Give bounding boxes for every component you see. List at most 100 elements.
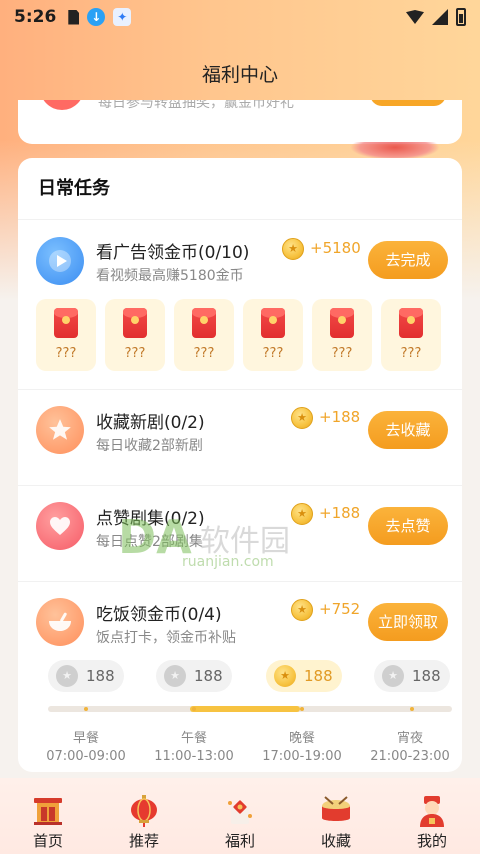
heart-icon xyxy=(36,502,84,550)
timeline-dot xyxy=(410,707,414,711)
red-envelope-icon xyxy=(192,308,216,338)
meal-coin-lunch[interactable]: 188 xyxy=(156,660,232,692)
meal-label-late-night: 宵夜 21:00-23:00 xyxy=(362,730,458,766)
task-subtitle: 每日收藏2部新剧 xyxy=(96,438,203,454)
task-meal: 吃饭领金币(0/4) 饭点打卡，领金币补贴 +752 立即领取 188 188 … xyxy=(18,582,462,772)
meal-time: 17:00-19:00 xyxy=(262,749,342,764)
fortune-god-icon xyxy=(420,796,444,827)
meal-name: 晚餐 xyxy=(288,731,315,746)
task-watch-ad: 看广告领金币(0/10) 看视频最高赚5180金币 +5180 去完成 ??? … xyxy=(18,220,462,390)
task-reward: +188 xyxy=(319,504,361,522)
meal-time: 21:00-23:00 xyxy=(370,749,450,764)
daily-tasks-card: 日常任务 看广告领金币(0/10) 看视频最高赚5180金币 +5180 去完成… xyxy=(18,158,462,772)
meal-coin-breakfast[interactable]: 188 xyxy=(48,660,124,692)
fu-gift-icon xyxy=(228,800,252,824)
timeline-dot xyxy=(192,707,196,711)
red-packet[interactable]: ??? xyxy=(105,299,165,371)
red-packet-label: ??? xyxy=(262,346,284,361)
meal-coin-amount: 188 xyxy=(194,667,223,685)
signal-icon xyxy=(432,9,448,25)
download-icon: ↓ xyxy=(87,8,106,26)
red-packet[interactable]: ??? xyxy=(36,299,96,371)
lantern-icon xyxy=(131,795,157,827)
red-packet-list: ??? ??? ??? ??? ??? ??? xyxy=(36,299,441,371)
sim-card-icon xyxy=(68,9,80,25)
nav-label: 福利 xyxy=(224,832,255,850)
red-packet-label: ??? xyxy=(55,346,77,361)
meal-time: 11:00-13:00 xyxy=(154,749,234,764)
task-title: 收藏新剧(0/2) xyxy=(96,413,205,433)
red-packet[interactable]: ??? xyxy=(243,299,303,371)
star-icon xyxy=(36,406,84,454)
drum-icon xyxy=(322,796,350,821)
go-like-button[interactable]: 去点赞 xyxy=(368,507,448,545)
wifi-icon xyxy=(406,10,424,24)
play-video-icon xyxy=(36,237,84,285)
red-packet[interactable]: ??? xyxy=(312,299,372,371)
nav-item-home[interactable]: 首页 xyxy=(0,778,96,854)
coin-icon xyxy=(274,665,296,687)
red-packet-label: ??? xyxy=(193,346,215,361)
meal-coin-amount: 188 xyxy=(412,667,441,685)
bottom-nav: 首页 推荐 福利 收藏 我的 xyxy=(0,778,480,854)
coin-icon xyxy=(56,665,78,687)
coin-icon xyxy=(164,665,186,687)
meal-coin-dinner[interactable]: 188 xyxy=(266,660,342,692)
red-envelope-icon xyxy=(123,308,147,338)
meal-name: 午餐 xyxy=(180,731,207,746)
task-collect: 收藏新剧(0/2) 每日收藏2部新剧 +188 去收藏 xyxy=(18,390,462,486)
task-subtitle: 饭点打卡，领金币补贴 xyxy=(96,630,236,646)
meal-name: 宵夜 xyxy=(396,731,423,746)
coin-icon xyxy=(291,599,313,621)
lottery-icon xyxy=(40,100,84,110)
task-like: 点赞剧集(0/2) 每日点赞2部剧集 +188 去点赞 xyxy=(18,486,462,582)
claim-now-button[interactable]: 立即领取 xyxy=(368,603,448,641)
red-packet-label: ??? xyxy=(331,346,353,361)
coin-icon xyxy=(291,407,313,429)
go-collect-button[interactable]: 去收藏 xyxy=(368,411,448,449)
nav-label: 我的 xyxy=(416,832,447,850)
red-envelope-icon xyxy=(54,308,78,338)
meal-coin-amount: 188 xyxy=(86,667,115,685)
task-title: 点赞剧集(0/2) xyxy=(96,509,205,529)
task-subtitle: 看视频最高赚5180金币 xyxy=(96,268,244,284)
meal-timeline: 188 188 188 188 早餐 07:00-09:00 午餐 11:00-… xyxy=(46,660,452,770)
coin-icon xyxy=(382,665,404,687)
task-title: 看广告领金币(0/10) xyxy=(96,243,250,263)
status-time: 5:26 xyxy=(14,7,57,27)
page-title: 福利中心 xyxy=(201,64,278,86)
task-reward: +5180 xyxy=(310,239,361,257)
home-gate-icon xyxy=(34,798,62,825)
meal-coin-amount: 188 xyxy=(304,667,333,685)
battery-icon xyxy=(456,8,466,26)
nav-item-recommend[interactable]: 推荐 xyxy=(96,778,192,854)
task-title: 吃饭领金币(0/4) xyxy=(96,605,222,625)
coin-icon xyxy=(282,238,304,260)
nav-item-welfare[interactable]: 福利 xyxy=(192,778,288,854)
nav-label: 收藏 xyxy=(320,832,351,850)
lottery-button[interactable] xyxy=(370,100,446,106)
timeline-dot xyxy=(300,707,304,711)
lottery-subtitle: 每日参与转盘抽奖，赢金币好礼 xyxy=(98,100,294,111)
task-reward: +188 xyxy=(319,408,361,426)
red-packet-label: ??? xyxy=(124,346,146,361)
timeline-dot xyxy=(84,707,88,711)
nav-item-mine[interactable]: 我的 xyxy=(384,778,480,854)
task-reward: +752 xyxy=(319,600,361,618)
lottery-card: 每日参与转盘抽奖，赢金币好礼 xyxy=(18,100,462,144)
red-envelope-icon xyxy=(261,308,285,338)
task-subtitle: 每日点赞2部剧集 xyxy=(96,534,203,550)
go-complete-button[interactable]: 去完成 xyxy=(368,241,448,279)
meal-label-breakfast: 早餐 07:00-09:00 xyxy=(38,730,134,766)
red-packet[interactable]: ??? xyxy=(174,299,234,371)
meal-coin-late-night[interactable]: 188 xyxy=(374,660,450,692)
meal-label-dinner: 晚餐 17:00-19:00 xyxy=(254,730,350,766)
coin-icon xyxy=(291,503,313,525)
nav-item-favorites[interactable]: 收藏 xyxy=(288,778,384,854)
red-envelope-icon xyxy=(399,308,423,338)
meal-label-lunch: 午餐 11:00-13:00 xyxy=(146,730,242,766)
red-envelope-icon xyxy=(330,308,354,338)
meal-name: 早餐 xyxy=(72,731,99,746)
red-packet[interactable]: ??? xyxy=(381,299,441,371)
status-bar: 5:26 ↓ ✦ xyxy=(0,0,480,34)
